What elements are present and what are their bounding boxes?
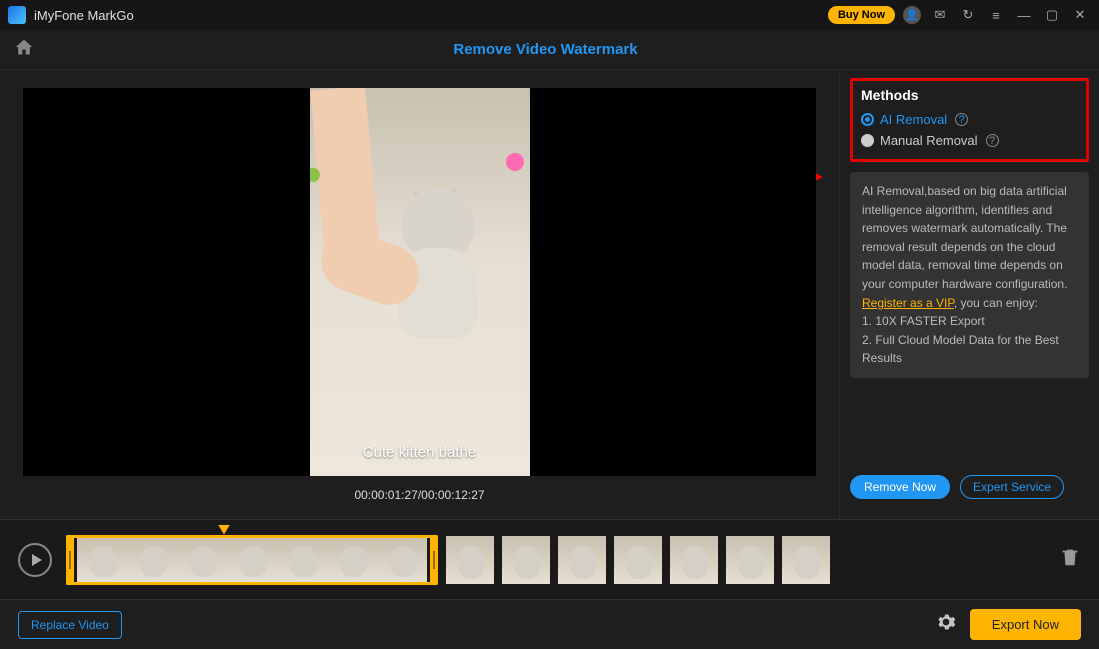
timeline-thumb[interactable] [377,538,427,582]
account-icon[interactable]: 👤 [901,4,923,26]
footer-right: Export Now [936,609,1081,640]
timeline-thumb[interactable] [127,538,177,582]
method-label: AI Removal [880,112,947,127]
side-panel: Methods AI Removal ? Manual Removal ? AI… [839,70,1099,519]
radio-icon [861,134,874,147]
main-area: Cute kitten bathe 00:00:01:27/00:00:12:2… [0,70,1099,519]
timecode: 00:00:01:27/00:00:12:27 [354,488,484,502]
selection-handle-left[interactable] [66,535,74,585]
selection-range[interactable] [66,535,438,585]
help-icon[interactable]: ? [955,113,968,126]
maximize-icon[interactable]: ▢ [1041,4,1063,26]
benefit-1: 1. 10X FASTER Export [862,314,985,328]
selection-handle-right[interactable] [430,535,438,585]
close-icon[interactable]: ✕ [1069,4,1091,26]
description-text: AI Removal,based on big data artificial … [862,184,1067,291]
expert-service-button[interactable]: Expert Service [960,475,1064,499]
timeline-thumb[interactable] [327,538,377,582]
help-icon[interactable]: ? [986,134,999,147]
register-vip-link[interactable]: Register as a VIP [862,296,954,310]
menu-icon[interactable]: ≡ [985,4,1007,26]
timeline-thumb[interactable] [558,536,606,584]
timeline-thumb[interactable] [670,536,718,584]
method-label: Manual Removal [880,133,978,148]
side-buttons: Remove Now Expert Service [850,465,1089,511]
video-frame: Cute kitten bathe [310,88,530,476]
remove-now-button[interactable]: Remove Now [850,475,950,499]
video-caption: Cute kitten bathe [310,444,530,461]
titlebar-left: iMyFone MarkGo [8,6,134,24]
preview-area: Cute kitten bathe 00:00:01:27/00:00:12:2… [0,70,839,519]
timeline-thumb[interactable] [614,536,662,584]
methods-title: Methods [861,87,1078,103]
footer: Replace Video Export Now [0,599,1099,649]
titlebar-right: Buy Now 👤 ✉ ↻ ≡ — ▢ ✕ [828,4,1091,26]
replace-video-button[interactable]: Replace Video [18,611,122,639]
play-button[interactable] [18,543,52,577]
timeline-thumb[interactable] [227,538,277,582]
page-title: Remove Video Watermark [6,41,1085,58]
minimize-icon[interactable]: — [1013,4,1035,26]
method-ai-removal[interactable]: AI Removal ? [861,109,1078,130]
description-after: , you can enjoy: [954,296,1038,310]
clip-strip[interactable] [66,535,1045,585]
timeline-thumb[interactable] [782,536,830,584]
timeline [0,519,1099,599]
radio-icon [861,113,874,126]
settings-icon[interactable] [936,612,956,637]
app-title: iMyFone MarkGo [34,8,134,23]
method-manual-removal[interactable]: Manual Removal ? [861,130,1078,151]
header: Remove Video Watermark [0,30,1099,70]
benefit-2: 2. Full Cloud Model Data for the Best Re… [862,333,1059,366]
export-now-button[interactable]: Export Now [970,609,1081,640]
titlebar: iMyFone MarkGo Buy Now 👤 ✉ ↻ ≡ — ▢ ✕ [0,0,1099,30]
mail-icon[interactable]: ✉ [929,4,951,26]
refresh-icon[interactable]: ↻ [957,4,979,26]
timeline-thumb[interactable] [726,536,774,584]
buy-now-button[interactable]: Buy Now [828,6,895,24]
timeline-thumb[interactable] [77,538,127,582]
delete-icon[interactable] [1059,546,1081,574]
methods-box: Methods AI Removal ? Manual Removal ? [850,78,1089,162]
timeline-thumb[interactable] [177,538,227,582]
playhead[interactable] [218,525,230,535]
app-logo-icon [8,6,26,24]
timeline-thumb[interactable] [446,536,494,584]
video-canvas[interactable]: Cute kitten bathe [23,88,816,476]
timeline-thumb[interactable] [277,538,327,582]
timeline-thumb[interactable] [502,536,550,584]
description-box: AI Removal,based on big data artificial … [850,172,1089,378]
